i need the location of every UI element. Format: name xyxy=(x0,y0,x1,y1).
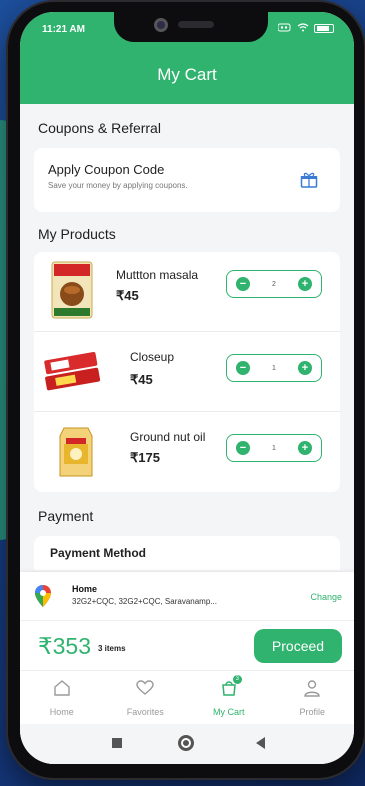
products-list: Muttton masala ₹45 − 2 + Closeup ₹45 − 1… xyxy=(34,252,340,492)
product-name: Muttton masala xyxy=(116,268,199,282)
quantity-value: 1 xyxy=(272,364,276,372)
increment-button[interactable]: + xyxy=(298,361,312,375)
payment-method-label: Payment Method xyxy=(50,546,147,560)
nav-item-home[interactable]: Home xyxy=(20,671,104,724)
product-price: ₹45 xyxy=(130,372,153,387)
map-pin-icon xyxy=(35,585,51,607)
back-icon[interactable] xyxy=(256,737,265,749)
user-icon xyxy=(304,680,320,697)
cart-badge: 3 xyxy=(232,675,242,684)
quantity-value: 2 xyxy=(272,280,276,288)
product-name: Ground nut oil xyxy=(130,430,206,444)
checkout-bar: ₹353 3 items Proceed xyxy=(20,620,354,670)
product-price: ₹45 xyxy=(116,288,139,303)
nav-label: Home xyxy=(49,707,74,717)
nav-item-my-cart[interactable]: 3 My Cart xyxy=(187,671,271,724)
address-text: 32G2+CQC, 32G2+CQC, Saravanamp... xyxy=(72,597,217,606)
product-row: Muttton masala ₹45 − 2 + xyxy=(34,252,340,332)
camera-icon xyxy=(154,18,168,32)
delivery-address-bar: Home 32G2+CQC, 32G2+CQC, Saravanamp... C… xyxy=(20,572,354,620)
decrement-button[interactable]: − xyxy=(236,361,250,375)
product-image-closeup xyxy=(44,352,101,391)
products-section-title: My Products xyxy=(38,226,116,242)
coupon-card-title: Apply Coupon Code xyxy=(48,162,165,177)
quantity-value: 1 xyxy=(272,444,276,452)
increment-button[interactable]: + xyxy=(298,441,312,455)
quantity-stepper: − 1 + xyxy=(226,354,322,382)
payment-method-card[interactable]: Payment Method xyxy=(34,536,340,570)
cart-total: ₹353 xyxy=(38,633,92,659)
status-icons xyxy=(278,23,334,33)
increment-button[interactable]: + xyxy=(298,277,312,291)
bottom-navigation: Home Favorites 3 My Cart Profile xyxy=(20,670,354,724)
product-row: Ground nut oil ₹175 − 1 + xyxy=(34,412,340,492)
nav-item-favorites[interactable]: Favorites xyxy=(104,671,188,724)
nav-label: Favorites xyxy=(126,707,164,717)
status-time: 11:21 AM xyxy=(42,24,85,35)
apply-coupon-card[interactable]: Apply Coupon Code Save your money by app… xyxy=(34,148,340,212)
product-name: Closeup xyxy=(130,350,175,364)
wifi-icon xyxy=(297,23,309,32)
app-screen: 11:21 AM My Cart Coupons & Referral Appl… xyxy=(20,12,354,764)
signal-icon xyxy=(278,23,291,32)
recents-icon[interactable] xyxy=(112,738,122,748)
nav-item-profile[interactable]: Profile xyxy=(271,671,355,724)
coupon-card-subtitle: Save your money by applying coupons. xyxy=(48,181,188,190)
home-icon xyxy=(54,680,70,696)
proceed-button[interactable]: Proceed xyxy=(254,629,342,663)
heart-icon xyxy=(136,680,154,695)
phone-frame: 11:21 AM My Cart Coupons & Referral Appl… xyxy=(8,2,364,778)
decrement-button[interactable]: − xyxy=(236,277,250,291)
decrement-button[interactable]: − xyxy=(236,441,250,455)
nav-label: Profile xyxy=(299,707,325,717)
page-title: My Cart xyxy=(157,65,217,84)
product-row: Closeup ₹45 − 1 + xyxy=(34,332,340,412)
change-address-link[interactable]: Change xyxy=(310,592,342,602)
address-label: Home xyxy=(72,584,98,594)
quantity-stepper: − 2 + xyxy=(226,270,322,298)
app-header: 11:21 AM My Cart xyxy=(20,12,354,104)
battery-icon xyxy=(314,24,334,33)
product-image-masala xyxy=(51,261,93,319)
nav-label: My Cart xyxy=(213,707,245,717)
product-price: ₹175 xyxy=(130,450,160,465)
product-image-oil xyxy=(59,427,93,477)
gift-icon xyxy=(300,172,318,188)
cart-item-count: 3 items xyxy=(98,644,126,653)
coupons-section-title: Coupons & Referral xyxy=(38,120,161,136)
speaker-icon xyxy=(178,21,214,28)
camera-notch xyxy=(114,12,268,42)
quantity-stepper: − 1 + xyxy=(226,434,322,462)
system-navigation-bar xyxy=(20,724,354,764)
home-button-icon[interactable] xyxy=(178,735,194,751)
payment-section-title: Payment xyxy=(38,508,94,524)
